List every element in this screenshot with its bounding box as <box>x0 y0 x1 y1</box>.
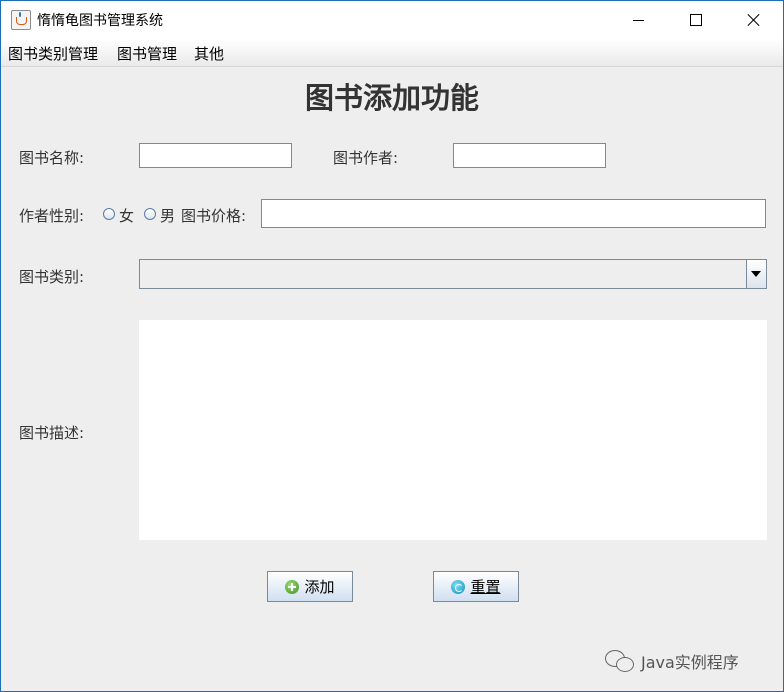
reset-icon <box>451 579 466 594</box>
gender-male-label[interactable]: 男 <box>160 205 175 226</box>
description-label: 图书描述: <box>19 424 85 442</box>
category-select[interactable] <box>139 259 767 289</box>
close-icon <box>747 13 761 27</box>
reset-button[interactable]: 重置 <box>433 571 519 602</box>
author-label: 图书作者: <box>333 149 399 167</box>
chevron-down-icon[interactable] <box>746 260 766 288</box>
menu-other[interactable]: 其他 <box>194 43 224 64</box>
description-textarea[interactable] <box>139 320 767 540</box>
watermark: Java实例程序 <box>605 649 739 673</box>
maximize-button[interactable] <box>667 1 725 39</box>
book-name-input[interactable] <box>139 143 292 168</box>
watermark-text: Java实例程序 <box>641 653 739 672</box>
maximize-icon <box>690 14 702 26</box>
gender-female-radio[interactable] <box>103 208 115 220</box>
gender-female-label[interactable]: 女 <box>119 205 134 226</box>
price-input[interactable] <box>261 199 766 228</box>
gender-male-radio[interactable] <box>144 208 156 220</box>
reset-button-label: 重置 <box>470 578 501 596</box>
author-input[interactable] <box>453 143 606 168</box>
price-label: 图书价格: <box>181 207 247 225</box>
title-bar[interactable]: 惰惰龟图书管理系统 <box>1 1 783 39</box>
close-button[interactable] <box>725 1 783 39</box>
add-button[interactable]: 添加 <box>267 571 353 602</box>
page-title: 图书添加功能 <box>304 81 479 115</box>
author-gender-label: 作者性别: <box>19 207 85 225</box>
book-name-label: 图书名称: <box>19 149 85 167</box>
menu-book-management[interactable]: 图书管理 <box>117 43 177 64</box>
menu-bar: 图书类别管理 图书管理 其他 <box>1 39 783 67</box>
menu-book-category-management[interactable]: 图书类别管理 <box>8 43 98 64</box>
add-button-label: 添加 <box>304 578 335 596</box>
add-icon <box>285 579 300 594</box>
minimize-button[interactable] <box>609 1 667 39</box>
wechat-icon <box>605 650 635 672</box>
window-title: 惰惰龟图书管理系统 <box>37 13 163 29</box>
app-window: 惰惰龟图书管理系统 图书类别管理 图书管理 其他 图书添加功能 图书名称: 图书… <box>0 0 784 692</box>
minimize-icon <box>632 19 644 21</box>
java-cup-icon <box>11 10 31 30</box>
category-label: 图书类别: <box>19 268 85 286</box>
